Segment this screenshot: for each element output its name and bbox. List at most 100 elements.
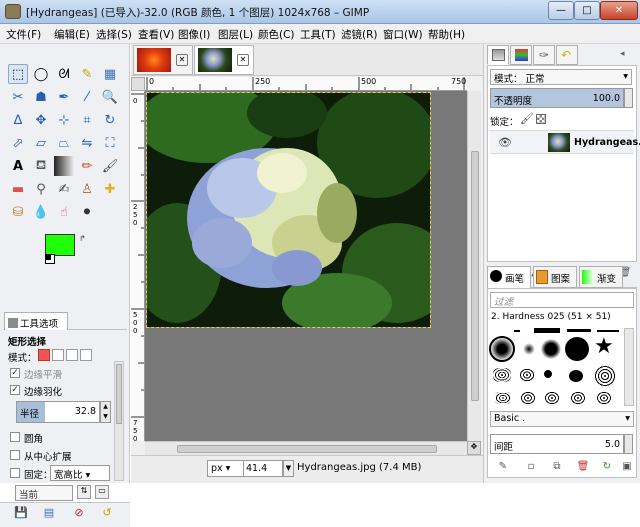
hydrangea-image[interactable] bbox=[146, 92, 431, 328]
restore-options-icon[interactable]: ▤ bbox=[42, 506, 56, 520]
mode-add-button[interactable] bbox=[52, 349, 64, 361]
unit-dropdown[interactable]: px ▾ bbox=[207, 460, 245, 477]
image-tab-hydrangeas[interactable]: ✕ bbox=[194, 45, 254, 75]
visibility-eye-icon[interactable]: 👁 bbox=[498, 136, 512, 149]
align-icon[interactable]: ⊹ bbox=[54, 110, 74, 130]
brush-item[interactable] bbox=[544, 370, 552, 378]
menu-tools[interactable]: 工具(T) bbox=[300, 27, 336, 42]
airbrush-icon[interactable]: ⚲ bbox=[31, 179, 51, 199]
lock-pixels-icon[interactable]: 🖌 bbox=[520, 112, 534, 125]
brush-item[interactable] bbox=[545, 392, 559, 404]
foreground-color-swatch[interactable] bbox=[45, 234, 75, 256]
brush-item[interactable] bbox=[521, 392, 535, 404]
menu-view[interactable]: 查看(V) bbox=[138, 27, 174, 42]
horizontal-scrollbar[interactable] bbox=[145, 441, 467, 455]
dodge-icon[interactable]: ⚫ bbox=[77, 202, 97, 222]
tool-options-scrollbar[interactable] bbox=[114, 361, 124, 481]
bucket-fill-icon[interactable]: ⛾ bbox=[31, 156, 51, 176]
horizontal-ruler[interactable]: 0 250 500 750 bbox=[145, 77, 467, 91]
brush-item[interactable] bbox=[571, 392, 585, 404]
brush-item[interactable] bbox=[541, 339, 561, 359]
spacing-spinner[interactable] bbox=[624, 434, 633, 454]
open-brush-editor-icon[interactable]: ▣ bbox=[620, 461, 634, 473]
scissors-icon[interactable]: ✂ bbox=[8, 87, 28, 107]
brush-filter-input[interactable]: 过滤 bbox=[490, 292, 634, 308]
brush-item[interactable] bbox=[523, 343, 535, 355]
close-tab-icon[interactable]: ✕ bbox=[176, 54, 188, 66]
mode-subtract-button[interactable] bbox=[66, 349, 78, 361]
menu-select[interactable]: 选择(S) bbox=[96, 27, 132, 42]
move-icon[interactable]: ✥ bbox=[31, 110, 51, 130]
measure-icon[interactable]: ∆ bbox=[8, 110, 28, 130]
radius-slider[interactable]: 半径 32.8 bbox=[16, 401, 100, 423]
layer-mode-dropdown[interactable]: 模式： 正常 ▾ bbox=[490, 69, 632, 85]
opacity-spinner[interactable] bbox=[624, 88, 633, 108]
brush-item[interactable] bbox=[569, 370, 583, 382]
tab-patterns[interactable]: 图案 bbox=[533, 266, 577, 288]
mode-replace-button[interactable] bbox=[38, 349, 50, 361]
swap-colors-icon[interactable]: ↱ bbox=[79, 234, 86, 243]
antialias-checkbox[interactable]: ✓ bbox=[10, 368, 20, 378]
shear-icon[interactable]: ▱ bbox=[31, 133, 51, 153]
image-tab-flower[interactable]: ✕ bbox=[133, 45, 193, 75]
ruler-corner[interactable] bbox=[131, 77, 145, 91]
close-button[interactable]: ✕ bbox=[600, 1, 638, 20]
layer-row[interactable]: 👁 Hydrangeas.jp bbox=[490, 130, 640, 154]
brush-grid[interactable]: ★ bbox=[489, 328, 623, 406]
tab-layers[interactable] bbox=[487, 45, 509, 65]
smudge-icon[interactable]: ☝ bbox=[54, 202, 74, 222]
perspective-icon[interactable]: ⏢ bbox=[54, 133, 74, 153]
brushes-scrollbar[interactable] bbox=[624, 328, 634, 406]
brush-item[interactable] bbox=[514, 330, 520, 332]
navigate-icon[interactable]: ✥ bbox=[467, 441, 481, 455]
clone-icon[interactable]: ♙ bbox=[77, 179, 97, 199]
brush-item[interactable] bbox=[595, 366, 615, 386]
delete-brush-icon[interactable]: 🗑 bbox=[576, 461, 590, 473]
menu-colors[interactable]: 颜色(C) bbox=[258, 27, 295, 42]
brush-item[interactable] bbox=[597, 392, 611, 404]
pencil-icon[interactable]: ✏ bbox=[77, 156, 97, 176]
expand-center-checkbox[interactable] bbox=[10, 450, 20, 460]
menu-help[interactable]: 帮助(H) bbox=[428, 27, 465, 42]
blur-icon[interactable]: 💧 bbox=[31, 202, 51, 222]
paintbrush-icon[interactable]: 🖌 bbox=[100, 156, 120, 176]
aspect-preset-icon[interactable]: ▭ bbox=[95, 485, 109, 499]
eraser-icon[interactable]: ▬ bbox=[8, 179, 28, 199]
lock-alpha-icon[interactable] bbox=[536, 114, 546, 124]
duplicate-brush-icon[interactable]: ⧉ bbox=[550, 461, 564, 473]
blend-icon[interactable] bbox=[54, 156, 74, 176]
menu-image[interactable]: 图像(I) bbox=[178, 27, 210, 42]
radius-spinner[interactable]: ▲ ▼ bbox=[100, 401, 111, 423]
mode-intersect-button[interactable] bbox=[80, 349, 92, 361]
tab-brushes[interactable]: 画笔 bbox=[487, 266, 531, 288]
ellipse-select-icon[interactable]: ◯ bbox=[31, 64, 51, 84]
brush-item-selected[interactable] bbox=[489, 336, 515, 362]
fuzzy-select-icon[interactable]: ✎ bbox=[77, 64, 97, 84]
delete-options-icon[interactable]: ⊘ bbox=[72, 506, 86, 520]
flip-icon[interactable]: ⇋ bbox=[77, 133, 97, 153]
fixed-mode-dropdown[interactable]: 宽高比 ▾ bbox=[50, 465, 110, 481]
minimize-button[interactable]: — bbox=[548, 1, 574, 20]
gimp-app-icon[interactable] bbox=[5, 4, 21, 19]
vertical-scrollbar[interactable] bbox=[467, 91, 481, 441]
zoom-icon[interactable]: 🔍 bbox=[100, 87, 120, 107]
current-dimension-dropdown[interactable]: 当前 bbox=[15, 485, 73, 501]
swap-aspect-icon[interactable]: ⇅ bbox=[77, 485, 91, 499]
dock-menu-icon[interactable]: ◂ bbox=[620, 49, 625, 59]
tab-gradients[interactable]: 渐变 bbox=[579, 266, 623, 288]
tab-paths[interactable]: ✑ bbox=[533, 45, 555, 65]
zoom-dropdown-arrow[interactable]: ▼ bbox=[283, 460, 294, 477]
close-tab-icon[interactable]: ✕ bbox=[237, 54, 249, 66]
cage-icon[interactable]: ⛶ bbox=[100, 133, 120, 153]
brush-item[interactable] bbox=[495, 392, 511, 404]
rect-select-icon[interactable]: ⬚ bbox=[8, 64, 28, 84]
maximize-button[interactable]: □ bbox=[574, 1, 600, 20]
feather-checkbox[interactable]: ✓ bbox=[10, 385, 20, 395]
color-picker-icon[interactable]: ⁄ bbox=[77, 87, 97, 107]
fixed-checkbox[interactable] bbox=[10, 468, 20, 478]
scale-icon[interactable]: ⬀ bbox=[8, 133, 28, 153]
brush-category-dropdown[interactable]: Basic . ▾ bbox=[490, 411, 634, 427]
brush-item[interactable] bbox=[519, 368, 535, 382]
tab-channels[interactable] bbox=[510, 45, 532, 65]
crop-icon[interactable]: ⌗ bbox=[77, 110, 97, 130]
